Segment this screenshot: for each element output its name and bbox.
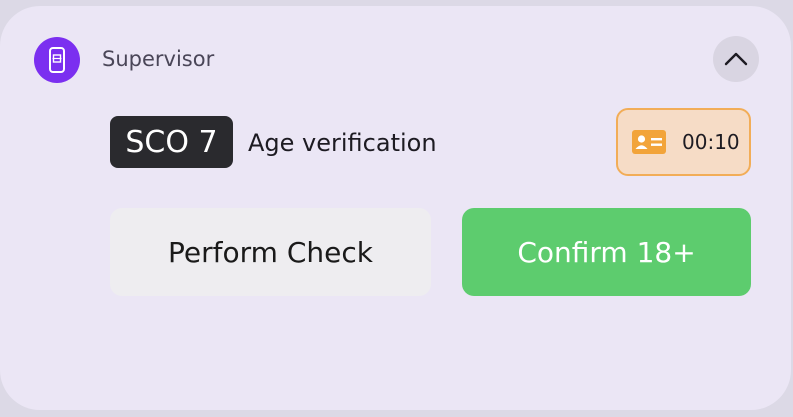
task-title: Age verification: [248, 129, 437, 157]
station-badge: SCO 7: [110, 116, 233, 168]
perform-check-button[interactable]: Perform Check: [110, 208, 431, 296]
notification-card: Supervisor SCO 7 Age verification 00:10 …: [0, 6, 791, 410]
collapse-button[interactable]: [713, 36, 759, 82]
phone-scan-icon: [34, 37, 80, 83]
confirm-18-button[interactable]: Confirm 18+: [462, 208, 751, 296]
id-card-icon: [632, 130, 666, 154]
timer-value: 00:10: [682, 130, 740, 154]
app-name: Supervisor: [102, 47, 215, 71]
timer-badge: 00:10: [616, 108, 751, 176]
chevron-up-icon: [724, 52, 748, 66]
